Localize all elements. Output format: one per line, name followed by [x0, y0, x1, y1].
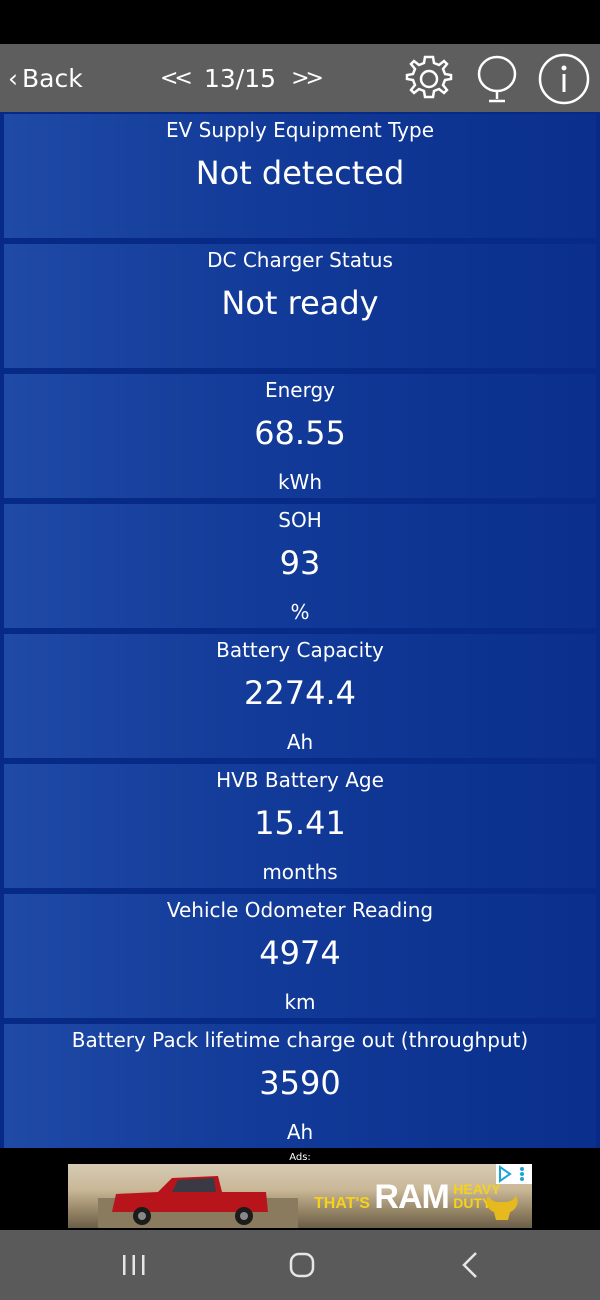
- card-dc-charger-status: DC Charger Status Not ready: [4, 244, 596, 368]
- card-label: SOH: [278, 508, 322, 532]
- card-unit: Ah: [286, 1120, 314, 1144]
- card-label: HVB Battery Age: [216, 768, 384, 792]
- card-value: Not detected: [195, 154, 405, 192]
- page-indicator: 13/15: [203, 63, 277, 93]
- card-soh: SOH 93 %: [4, 504, 596, 628]
- gear-icon[interactable]: [402, 52, 456, 106]
- card-battery-capacity: Battery Capacity 2274.4 Ah: [4, 634, 596, 758]
- card-label: DC Charger Status: [207, 248, 393, 272]
- microphone-icon[interactable]: [470, 52, 524, 106]
- home-icon[interactable]: [282, 1248, 322, 1282]
- card-value: 93: [279, 544, 321, 582]
- card-value: 68.55: [254, 414, 346, 452]
- card-value: 15.41: [254, 804, 346, 842]
- card-unit: Ah: [286, 730, 314, 754]
- card-label: Vehicle Odometer Reading: [166, 898, 434, 922]
- ad-choices-button[interactable]: [496, 1164, 532, 1184]
- ad-area: Ads: THAT'S RAM HEAVY DUTY: [0, 1148, 600, 1230]
- card-value: 4974: [259, 934, 341, 972]
- ad-text-small: THAT'S: [314, 1195, 370, 1212]
- ad-label: Ads:: [289, 1152, 311, 1163]
- card-value: 2274.4: [244, 674, 356, 712]
- prev-page-button[interactable]: <<: [160, 66, 193, 91]
- recent-apps-icon[interactable]: [114, 1248, 154, 1282]
- pager: << 13/15 >>: [160, 44, 324, 112]
- status-bar: [0, 0, 600, 44]
- card-energy: Energy 68.55 kWh: [4, 374, 596, 498]
- card-ev-supply-equipment-type: EV Supply Equipment Type Not detected: [4, 114, 596, 238]
- card-unit: kWh: [277, 470, 323, 494]
- chevron-left-icon: ‹: [8, 63, 18, 93]
- card-hvb-battery-age: HVB Battery Age 15.41 months: [4, 764, 596, 888]
- card-label: Battery Pack lifetime charge out (throug…: [71, 1028, 529, 1052]
- system-nav-bar: [0, 1230, 600, 1300]
- info-icon[interactable]: [537, 52, 591, 106]
- card-label: Battery Capacity: [216, 638, 384, 662]
- card-vehicle-odometer: Vehicle Odometer Reading 4974 km: [4, 894, 596, 1018]
- card-battery-pack-throughput: Battery Pack lifetime charge out (throug…: [4, 1024, 596, 1148]
- data-card-list: EV Supply Equipment Type Not detected DC…: [0, 112, 600, 1148]
- card-label: EV Supply Equipment Type: [165, 118, 435, 142]
- card-value: 3590: [259, 1064, 341, 1102]
- truck-image: [98, 1176, 298, 1228]
- card-unit: %: [290, 600, 310, 624]
- card-unit: months: [262, 860, 338, 884]
- card-unit: km: [284, 990, 316, 1014]
- adchoices-icon: [499, 1165, 524, 1183]
- ad-banner[interactable]: THAT'S RAM HEAVY DUTY: [68, 1164, 532, 1228]
- ad-headline: THAT'S RAM HEAVY DUTY: [314, 1178, 501, 1217]
- card-label: Energy: [264, 378, 336, 402]
- card-value: Not ready: [221, 284, 379, 322]
- back-nav-icon[interactable]: [450, 1248, 490, 1282]
- back-label: Back: [22, 63, 83, 93]
- back-button[interactable]: ‹ Back: [8, 44, 83, 112]
- next-page-button[interactable]: >>: [291, 66, 324, 91]
- top-toolbar: ‹ Back << 13/15 >>: [0, 44, 600, 112]
- ad-text-big: RAM: [374, 1178, 449, 1216]
- ram-logo-icon: [486, 1196, 518, 1220]
